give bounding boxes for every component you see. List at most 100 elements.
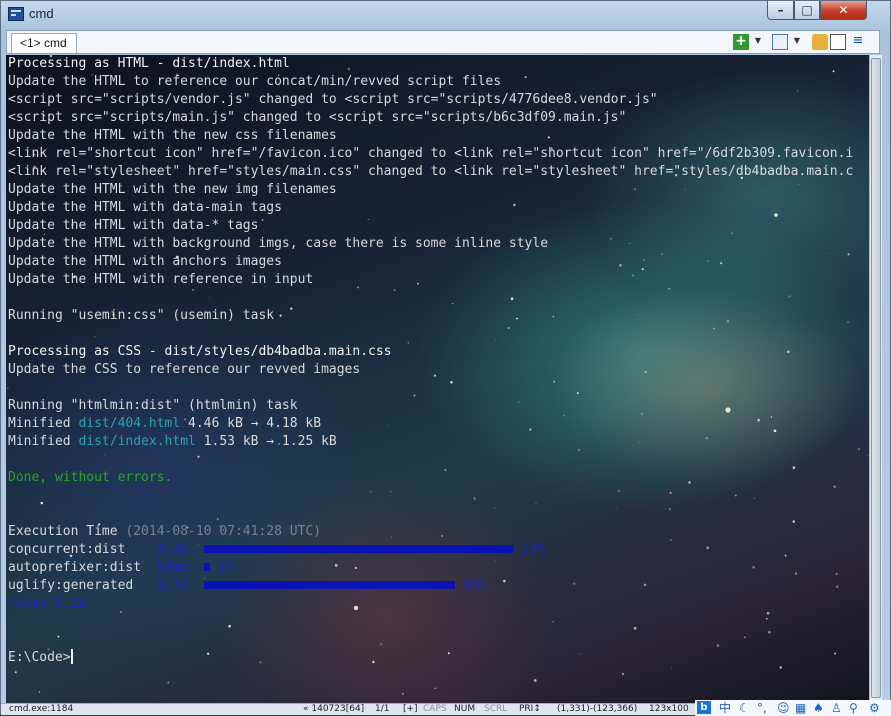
console-output[interactable]: Processing as HTML - dist/index.html Upda… [6,55,869,703]
console-text: Processing as CSS - dist/styles/db4badba… [8,344,392,359]
status-caps[interactable]: CAPS [423,704,447,715]
console-text: Update the HTML with data-main tags [8,200,282,215]
close-button[interactable]: ✕ [820,1,867,20]
console-text: 1.53 kB → 1.25 kB [195,434,337,449]
console-text: 3.3s [156,542,189,557]
console-app-icon[interactable] [8,7,24,21]
console-line: Minified dist/404.html 4.46 kB → 4.18 kB [8,415,853,433]
console-text: 2.7s [156,578,189,593]
console-line: Minified dist/index.html 1.53 kB → 1.25 … [8,433,853,451]
status-num[interactable]: NUM [454,704,475,715]
console-text: Update the HTML to reference our concat/… [8,74,502,89]
console-text: 43% [455,578,487,593]
console-text: Update the HTML with the new img filenam… [8,182,337,197]
status-size: 123x100 [649,704,689,714]
console-text: Update the CSS to reference our revved i… [8,362,361,377]
status-selection: (1,331)-(123,366) [557,704,638,714]
title-bar[interactable]: cmd – □ ✕ [1,1,890,29]
console-text: <script src="scripts/main.js" changed to… [8,110,627,125]
status-insert[interactable]: [+] [403,704,418,715]
status-pri[interactable]: PRI↕ [519,704,541,715]
bing-ime-icon[interactable]: b [697,701,711,714]
timing-bar [203,580,456,589]
console-text: Running "usemin:css" (usemin) task [8,308,275,323]
console-line: Update the HTML with data-main tags [8,199,853,217]
console-window: cmd – □ ✕ <1> cmd + ▼ ▼ ≡ Processing as … [0,0,891,716]
console-text: Update the HTML with the new css filenam… [8,128,337,143]
status-process: cmd.exe:1184 [9,704,74,714]
vertical-scrollbar[interactable] [869,55,882,703]
console-text: concurrent:dist [8,542,157,557]
console-text: <link rel="stylesheet" href="styles/main… [8,164,854,179]
console-line: Update the HTML with anchors images [8,253,853,271]
console-lines: Processing as HTML - dist/index.html Upda… [8,55,853,667]
window-list-dropdown-icon[interactable]: ▼ [792,34,802,50]
console-line: Update the HTML with the new css filenam… [8,127,853,145]
console-line: Processing as CSS - dist/styles/db4badba… [8,343,853,361]
scrollbar-thumb[interactable] [871,58,881,698]
new-console-icon[interactable]: + [733,34,749,50]
status-bar: cmd.exe:1184 « 140723[64] 1/1 [+] CAPS N… [1,700,891,716]
status-buffer[interactable]: « 140723[64] [303,704,364,715]
console-line: Update the HTML with the new img filenam… [8,181,853,199]
console-line: <link rel="stylesheet" href="styles/main… [8,163,853,181]
console-line: E:\Code> [8,648,853,667]
console-line: Running "htmlmin:dist" (htmlmin) task [8,397,853,415]
console-text: dist/404.html [78,416,181,431]
console-text: Update the HTML with reference in input [8,272,314,287]
console-line: concurrent:dist 3.3s 53% [8,541,853,559]
console-line: Done, without errors. [8,469,853,487]
console-text: E:\Code> [8,650,71,665]
window-list-icon[interactable] [772,34,788,50]
console-text: Minified [8,434,79,449]
console-text: Update the HTML with background imgs, ca… [8,236,549,251]
console-line: Processing as HTML - dist/index.html [8,55,853,73]
new-console-dropdown-icon[interactable]: ▼ [753,34,763,50]
console-text: <script src="scripts/vendor.js" changed … [8,92,658,107]
console-line: Total 6.2s [8,595,853,613]
console-line: autoprefixer:dist 59ms 1% [8,559,853,577]
console-text: Minified [8,416,79,431]
status-console-index[interactable]: 1/1 [375,704,389,715]
minimize-button[interactable]: – [767,1,794,20]
view-toggle-icon[interactable] [830,34,846,50]
console-line: <script src="scripts/vendor.js" changed … [8,91,853,109]
menu-icon[interactable]: ≡ [850,34,866,50]
console-line: Update the HTML with background imgs, ca… [8,235,853,253]
console-text: autoprefixer:dist [8,560,157,575]
console-text: 59ms [156,560,189,575]
console-line: Update the HTML with data-* tags [8,217,853,235]
console-text: (2014-08-10 07:41:28 UTC) [117,524,322,539]
console-line: Running "usemin:css" (usemin) task [8,307,853,325]
console-line: <script src="scripts/main.js" changed to… [8,109,853,127]
lock-icon[interactable] [812,34,828,50]
text-cursor [70,648,73,664]
console-line: Update the CSS to reference our revved i… [8,361,853,379]
tab-cmd[interactable]: <1> cmd [11,33,77,53]
tab-bar: <1> cmd + ▼ ▼ ≡ [6,30,880,54]
console-text: Update the HTML with anchors images [8,254,282,269]
console-text: 1% [209,560,234,575]
console-text: <link rel="shortcut icon" href="/favicon… [8,146,854,161]
window-title: cmd [29,6,54,21]
console-text: Total 6.2s [8,596,87,611]
maximize-button[interactable]: □ [794,1,820,20]
console-line: Update the HTML with reference in input [8,271,853,289]
console-text: Update the HTML with data-* tags [8,218,259,233]
console-text: dist/index.html [78,434,196,449]
console-text: Execution Time [8,524,118,539]
console-text: uglify:generated [8,578,157,593]
console-line: <link rel="shortcut icon" href="/favicon… [8,145,853,163]
console-text: Running "htmlmin:dist" (htmlmin) task [8,398,298,413]
status-scrl[interactable]: SCRL [484,704,507,715]
console-text: Done, without errors. [8,470,173,485]
console-line: Execution Time (2014-08-10 07:41:28 UTC) [8,523,853,541]
